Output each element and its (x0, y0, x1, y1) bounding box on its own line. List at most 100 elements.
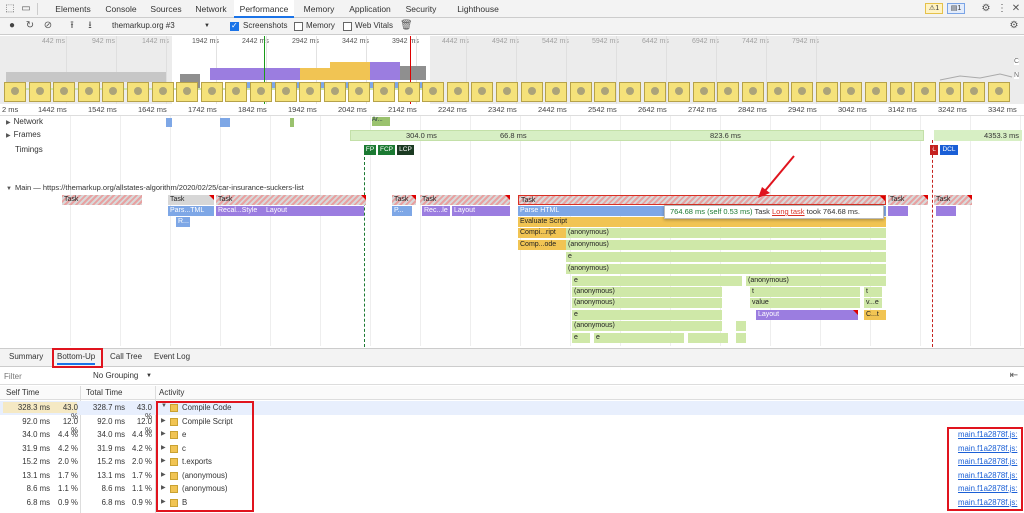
message-badge[interactable]: ▤1 (947, 3, 965, 14)
gear-icon[interactable]: ⚙ (980, 3, 992, 15)
function-call-bar[interactable]: t (864, 287, 882, 297)
warning-badge[interactable]: ⚠1 (925, 3, 943, 14)
small-bar[interactable]: R... (176, 217, 190, 227)
filter-input[interactable] (4, 370, 84, 382)
parse-html-bar[interactable]: P... (392, 206, 412, 216)
screenshot-thumbnail[interactable] (274, 82, 297, 102)
column-activity[interactable]: Activity (159, 388, 184, 397)
layout-bar[interactable] (888, 206, 908, 216)
layout-bar[interactable]: Layout (452, 206, 510, 216)
task-bar[interactable]: Task (420, 195, 510, 205)
expand-triangle-icon[interactable]: ▶ (161, 417, 166, 424)
function-call-bar[interactable]: (anonymous) (566, 228, 886, 238)
task-bar[interactable]: Task (62, 195, 142, 205)
tab-memory[interactable]: Memory (298, 0, 340, 18)
layout-bar[interactable]: Layout (756, 310, 858, 320)
column-total-time[interactable]: Total Time (86, 388, 122, 397)
expand-triangle-icon[interactable]: ▶ (161, 484, 166, 491)
function-call-bar[interactable]: value (750, 298, 860, 308)
screenshot-thumbnail[interactable] (200, 82, 223, 102)
tab-call-tree[interactable]: Call Tree (110, 352, 142, 361)
screenshot-thumbnail[interactable] (668, 82, 691, 102)
upload-icon[interactable]: ⭱ (66, 20, 78, 32)
expand-triangle-icon[interactable]: ▶ (161, 444, 166, 451)
layout-bar[interactable] (936, 206, 956, 216)
tab-application[interactable]: Application (344, 0, 396, 18)
tab-elements[interactable]: Elements (50, 0, 96, 18)
screenshot-thumbnail[interactable] (545, 82, 568, 102)
table-row[interactable]: 6.8 ms 0.9 % 6.8 ms 0.9 % ▶ Bmain.f1a2878f.js… (0, 496, 1024, 510)
source-link[interactable]: main.f1a2878f.js: (958, 471, 1017, 480)
task-bar[interactable]: Task (934, 195, 972, 205)
expand-triangle-icon[interactable]: ▶ (161, 471, 166, 478)
selected-task-bar[interactable]: Task (518, 195, 886, 205)
dcl-marker[interactable]: DCL (940, 145, 958, 155)
record-icon[interactable]: ● (6, 20, 18, 32)
expand-triangle-icon[interactable]: ▶ (161, 498, 166, 505)
source-link[interactable]: main.f1a2878f.js: (958, 430, 1017, 439)
function-call-bar[interactable]: (anonymous) (572, 321, 722, 331)
screenshot-thumbnail[interactable] (791, 82, 814, 102)
function-call-bar[interactable]: e (572, 333, 590, 343)
screenshot-thumbnail[interactable] (471, 82, 494, 102)
parse-html-bar[interactable]: Pars...TML (168, 206, 214, 216)
trash-icon[interactable]: 🗑 (400, 20, 413, 32)
fp-marker[interactable]: FP (364, 145, 376, 155)
lcp-marker[interactable]: LCP (397, 145, 414, 155)
task-bar[interactable]: Task (392, 195, 416, 205)
tab-security[interactable]: Security (400, 0, 442, 18)
expand-triangle-icon[interactable]: ▶ (161, 430, 166, 437)
screenshot-thumbnail[interactable] (963, 82, 986, 102)
screenshot-thumbnail[interactable] (299, 82, 322, 102)
network-request-bar[interactable] (220, 118, 230, 127)
function-call-bar[interactable]: e (572, 276, 742, 286)
task-bar[interactable]: Task (168, 195, 214, 205)
function-call-bar[interactable] (688, 333, 728, 343)
main-thread-track[interactable]: ▼ Main — https://themarkup.org/allstates-… (0, 183, 1024, 193)
screenshot-thumbnail[interactable] (766, 82, 789, 102)
tab-bottom-up[interactable]: Bottom-Up (57, 352, 96, 365)
screenshots-checkbox[interactable] (230, 21, 239, 31)
function-call-bar[interactable]: v...e (864, 298, 882, 308)
inspect-icon[interactable]: ⬚ (4, 3, 16, 15)
web-vitals-checkbox[interactable] (343, 22, 352, 31)
tab-event-log[interactable]: Event Log (154, 352, 190, 361)
function-call-bar[interactable]: C...t (864, 310, 886, 320)
screenshot-thumbnail[interactable] (742, 82, 764, 102)
tab-summary[interactable]: Summary (9, 352, 43, 361)
function-call-bar[interactable]: (anonymous) (566, 264, 886, 274)
function-call-bar[interactable]: (anonymous) (572, 298, 722, 308)
reload-record-icon[interactable]: ↻ (24, 20, 36, 32)
table-row[interactable]: 328.3 ms 43.0 % 328.7 ms 43.0 % ▼ Compile Cod… (0, 401, 1024, 421)
capture-settings-gear-icon[interactable]: ⚙ (1008, 20, 1020, 32)
tab-sources[interactable]: Sources (146, 0, 186, 18)
sidebar-toggle-icon[interactable]: ⇤ (1008, 370, 1020, 382)
expanded-triangle-icon[interactable]: ▼ (161, 403, 167, 409)
screenshot-thumbnail[interactable] (938, 82, 961, 102)
network-track[interactable]: ▶ Network (0, 117, 1024, 129)
task-bar[interactable]: Task (216, 195, 366, 205)
screenshot-thumbnail[interactable] (692, 82, 715, 102)
network-request-bar[interactable]: Ar... (372, 117, 390, 126)
recalc-style-bar[interactable]: Rec...le (422, 206, 450, 216)
screenshot-thumbnail[interactable] (225, 82, 248, 102)
timeline-overview[interactable]: 442 ms942 ms1442 ms1942 ms2442 ms2942 ms… (0, 36, 1024, 108)
table-row[interactable]: 15.2 ms 2.0 % 15.2 ms 2.0 % ▶ t.exports main.f… (0, 455, 1024, 469)
function-call-bar[interactable] (736, 321, 746, 331)
screenshot-thumbnail[interactable] (446, 82, 469, 102)
function-call-bar[interactable]: e (594, 333, 684, 343)
screenshot-thumbnail[interactable] (569, 82, 592, 102)
expand-triangle-icon[interactable]: ▶ (161, 457, 166, 464)
screenshot-thumbnail[interactable] (422, 82, 445, 102)
screenshot-thumbnail[interactable] (127, 82, 149, 102)
screenshot-thumbnail[interactable] (53, 82, 76, 102)
device-toggle-icon[interactable]: ▭ (20, 3, 32, 15)
memory-checkbox[interactable] (294, 22, 303, 31)
screenshot-thumbnail[interactable] (619, 82, 641, 102)
source-link[interactable]: main.f1a2878f.js: (958, 498, 1017, 507)
screenshot-thumbnail[interactable] (914, 82, 937, 102)
more-options-icon[interactable]: ⋮ (996, 3, 1008, 15)
tab-lighthouse[interactable]: Lighthouse (450, 0, 506, 18)
profile-select[interactable]: themarkup.org #3 ▼ (106, 19, 216, 33)
tab-network[interactable]: Network (190, 0, 232, 18)
